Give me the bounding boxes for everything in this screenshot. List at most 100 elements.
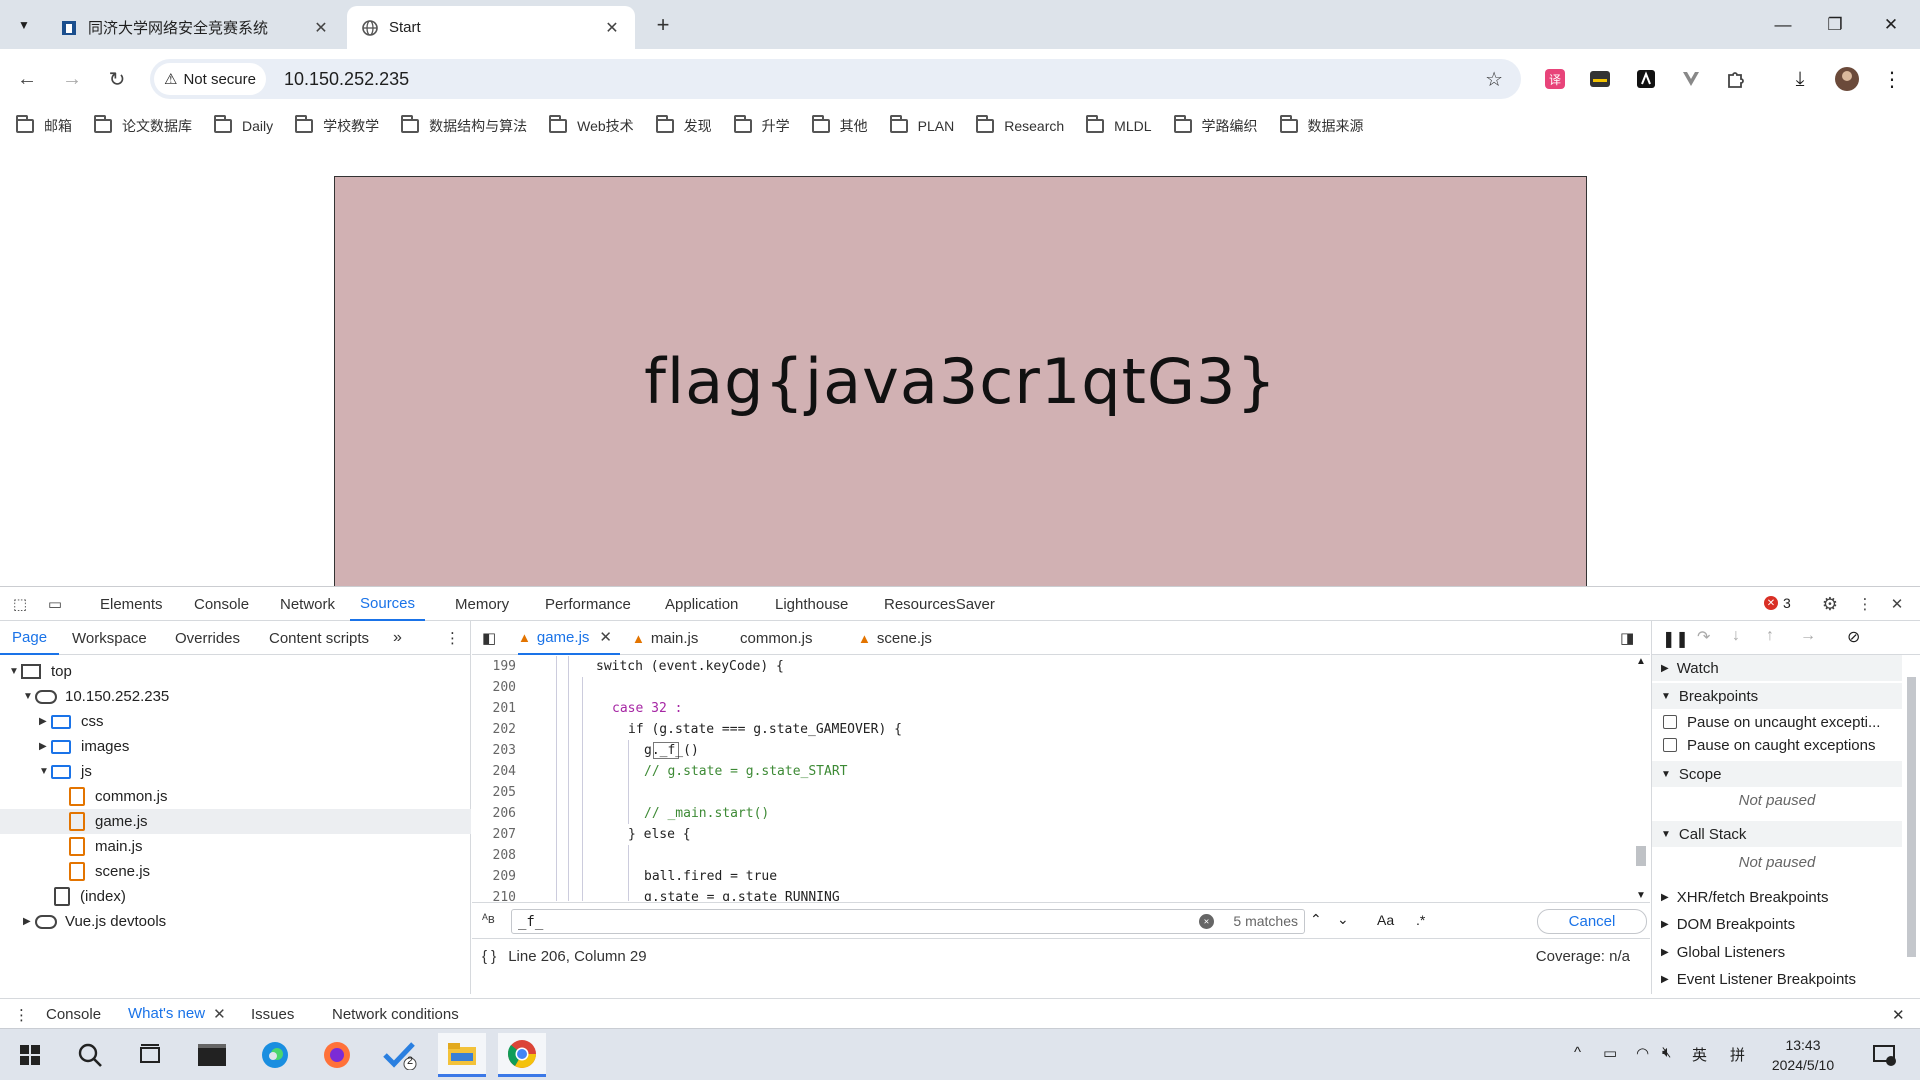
terminal-app-icon[interactable] bbox=[188, 1033, 236, 1077]
tab-overrides[interactable]: Overrides bbox=[175, 621, 240, 655]
editor-tab-scene-js[interactable]: ▲ scene.js bbox=[858, 621, 932, 655]
windows-start-icon[interactable] bbox=[6, 1033, 54, 1077]
close-window-button[interactable]: ✕ bbox=[1862, 0, 1920, 49]
tab-application[interactable]: Application bbox=[665, 587, 738, 621]
bookmark-folder[interactable]: 学校教学 bbox=[295, 115, 379, 136]
replace-toggle-icon[interactable]: ᴬʙ bbox=[482, 911, 495, 926]
editor-tab-main-js[interactable]: ▲ main.js bbox=[632, 621, 698, 655]
search-icon[interactable] bbox=[66, 1033, 114, 1077]
bookmark-folder[interactable]: Research bbox=[976, 115, 1064, 134]
a-extension-icon[interactable] bbox=[1632, 65, 1660, 93]
device-toolbar-icon[interactable]: ▭ bbox=[45, 594, 65, 614]
settings-gear-icon[interactable]: ⚙ bbox=[1820, 594, 1840, 614]
bookmark-folder[interactable]: 数据结构与算法 bbox=[401, 115, 527, 136]
tab-workspace[interactable]: Workspace bbox=[72, 621, 147, 655]
scroll-down-icon[interactable]: ▼ bbox=[1636, 890, 1646, 901]
bookmark-folder[interactable]: 数据来源 bbox=[1279, 115, 1364, 136]
bookmark-folder[interactable]: 其他 bbox=[811, 115, 868, 136]
drawer-tab-console[interactable]: Console bbox=[46, 999, 101, 1030]
v-extension-icon[interactable] bbox=[1677, 65, 1705, 93]
translate-extension-icon[interactable]: 译 bbox=[1541, 65, 1569, 93]
reload-icon[interactable]: ↻ bbox=[99, 61, 135, 97]
close-drawer-icon[interactable]: ✕ bbox=[1892, 999, 1905, 1030]
file-explorer-icon[interactable] bbox=[438, 1033, 486, 1077]
back-arrow-icon[interactable]: ← bbox=[9, 61, 45, 97]
bookmark-folder[interactable]: 论文数据库 bbox=[94, 115, 192, 136]
todo-app-icon[interactable]: 2 bbox=[376, 1033, 424, 1077]
download-icon[interactable]: ⤓ bbox=[1786, 65, 1814, 93]
bookmark-folder[interactable]: MLDL bbox=[1086, 115, 1152, 134]
step-into-icon[interactable]: ↓ bbox=[1732, 627, 1740, 645]
section-dom-breakpoints[interactable]: ▶ DOM Breakpoints bbox=[1652, 911, 1902, 937]
checkbox[interactable] bbox=[1663, 715, 1677, 729]
tab-elements[interactable]: Elements bbox=[100, 587, 163, 621]
tree-item-scene-js[interactable]: scene.js bbox=[0, 859, 471, 884]
tree-item-images[interactable]: ▶ images bbox=[0, 734, 471, 759]
editor-tab-common-js[interactable]: common.js bbox=[740, 621, 813, 655]
close-devtools-icon[interactable]: ✕ bbox=[1887, 594, 1907, 614]
tree-item-host[interactable]: ▼ 10.150.252.235 bbox=[0, 684, 471, 709]
close-tab-icon[interactable]: ✕ bbox=[603, 19, 621, 37]
browser-menu-icon[interactable]: ⋮ bbox=[1878, 65, 1906, 93]
game-canvas[interactable]: flag{java3cr1qtG3} bbox=[334, 176, 1587, 596]
edge-browser-icon[interactable] bbox=[251, 1033, 299, 1077]
code-scrollbar[interactable]: ▲ ▼ bbox=[1632, 656, 1650, 901]
tree-item-index[interactable]: (index) bbox=[0, 884, 471, 909]
profile-avatar[interactable] bbox=[1833, 65, 1861, 93]
ime-mode[interactable]: 拼 bbox=[1730, 1044, 1745, 1065]
wifi-icon[interactable]: ◠ bbox=[1636, 1044, 1649, 1062]
previous-match-icon[interactable]: ⌃ bbox=[1310, 911, 1322, 928]
tab-sources[interactable]: Sources bbox=[350, 587, 426, 621]
error-counter[interactable]: ✕ 3 bbox=[1764, 595, 1791, 611]
tree-item-game-js[interactable]: game.js bbox=[0, 809, 471, 834]
address-bar[interactable]: ⚠ Not secure 10.150.252.235 ☆ bbox=[150, 59, 1521, 99]
tab-page[interactable]: Page bbox=[0, 621, 60, 655]
step-over-icon[interactable]: ↷ bbox=[1697, 627, 1710, 647]
tree-item-common-js[interactable]: common.js bbox=[0, 784, 471, 809]
tree-item-main-js[interactable]: main.js bbox=[0, 834, 471, 859]
tree-item-css[interactable]: ▶ css bbox=[0, 709, 471, 734]
section-xhr-breakpoints[interactable]: ▶ XHR/fetch Breakpoints bbox=[1652, 884, 1902, 910]
tab-content-scripts[interactable]: Content scripts bbox=[269, 621, 369, 655]
drawer-tab-issues[interactable]: Issues bbox=[251, 999, 294, 1030]
drawer-tab-network-conditions[interactable]: Network conditions bbox=[332, 999, 459, 1030]
tab-memory[interactable]: Memory bbox=[455, 587, 509, 621]
drawer-tab-whats-new[interactable]: What's new ✕ bbox=[120, 999, 234, 1030]
bookmark-folder[interactable]: 升学 bbox=[733, 115, 790, 136]
clear-search-icon[interactable]: ✕ bbox=[1199, 914, 1214, 929]
deactivate-breakpoints-icon[interactable]: ⊘ bbox=[1847, 627, 1860, 647]
section-watch[interactable]: ▶ Watch bbox=[1652, 655, 1902, 681]
bookmark-folder[interactable]: 发现 bbox=[655, 115, 712, 136]
scrollbar-thumb[interactable] bbox=[1907, 677, 1916, 957]
section-scope[interactable]: ▼ Scope bbox=[1652, 761, 1902, 787]
battery-icon[interactable]: ▭ bbox=[1603, 1044, 1617, 1062]
bookmark-folder[interactable]: Daily bbox=[214, 115, 273, 134]
next-match-icon[interactable]: ⌄ bbox=[1337, 911, 1349, 928]
clock[interactable]: 13:43 2024/5/10 bbox=[1768, 1035, 1838, 1075]
bookmark-folder[interactable]: Web技术 bbox=[549, 115, 634, 136]
task-view-icon[interactable] bbox=[126, 1033, 174, 1077]
step-out-icon[interactable]: ↑ bbox=[1766, 627, 1774, 645]
tab-network[interactable]: Network bbox=[280, 587, 335, 621]
debugger-scrollbar[interactable] bbox=[1903, 655, 1920, 992]
tab-search-button[interactable]: ▼ bbox=[11, 12, 37, 38]
show-hidden-icons-chevron[interactable]: ^ bbox=[1574, 1044, 1581, 1061]
tree-item-vue-devtools[interactable]: ▶ Vue.js devtools bbox=[0, 909, 471, 934]
url-text[interactable]: 10.150.252.235 bbox=[284, 69, 409, 90]
browser-tab-tongji[interactable]: 同济大学网络安全竞赛系统 ✕ bbox=[46, 6, 344, 49]
bookmark-folder[interactable]: 邮箱 bbox=[16, 115, 72, 136]
tab-performance[interactable]: Performance bbox=[545, 587, 631, 621]
chrome-icon[interactable] bbox=[498, 1033, 546, 1077]
close-tab-icon[interactable]: ✕ bbox=[213, 1005, 226, 1023]
section-global-listeners[interactable]: ▶ Global Listeners bbox=[1652, 939, 1902, 965]
notification-center-icon[interactable] bbox=[1860, 1033, 1908, 1077]
security-chip[interactable]: ⚠ Not secure bbox=[154, 63, 266, 95]
scrollbar-thumb[interactable] bbox=[1636, 846, 1646, 866]
close-tab-icon[interactable]: ✕ bbox=[599, 628, 612, 646]
toggle-debugger-icon[interactable]: ◨ bbox=[1620, 621, 1634, 655]
search-input[interactable]: _f_ ✕ 5 matches bbox=[511, 909, 1305, 934]
cancel-search-button[interactable]: Cancel bbox=[1537, 909, 1647, 934]
scroll-up-icon[interactable]: ▲ bbox=[1636, 656, 1646, 667]
step-icon[interactable]: → bbox=[1800, 627, 1816, 645]
devtools-menu-icon[interactable]: ⋮ bbox=[1855, 594, 1875, 614]
